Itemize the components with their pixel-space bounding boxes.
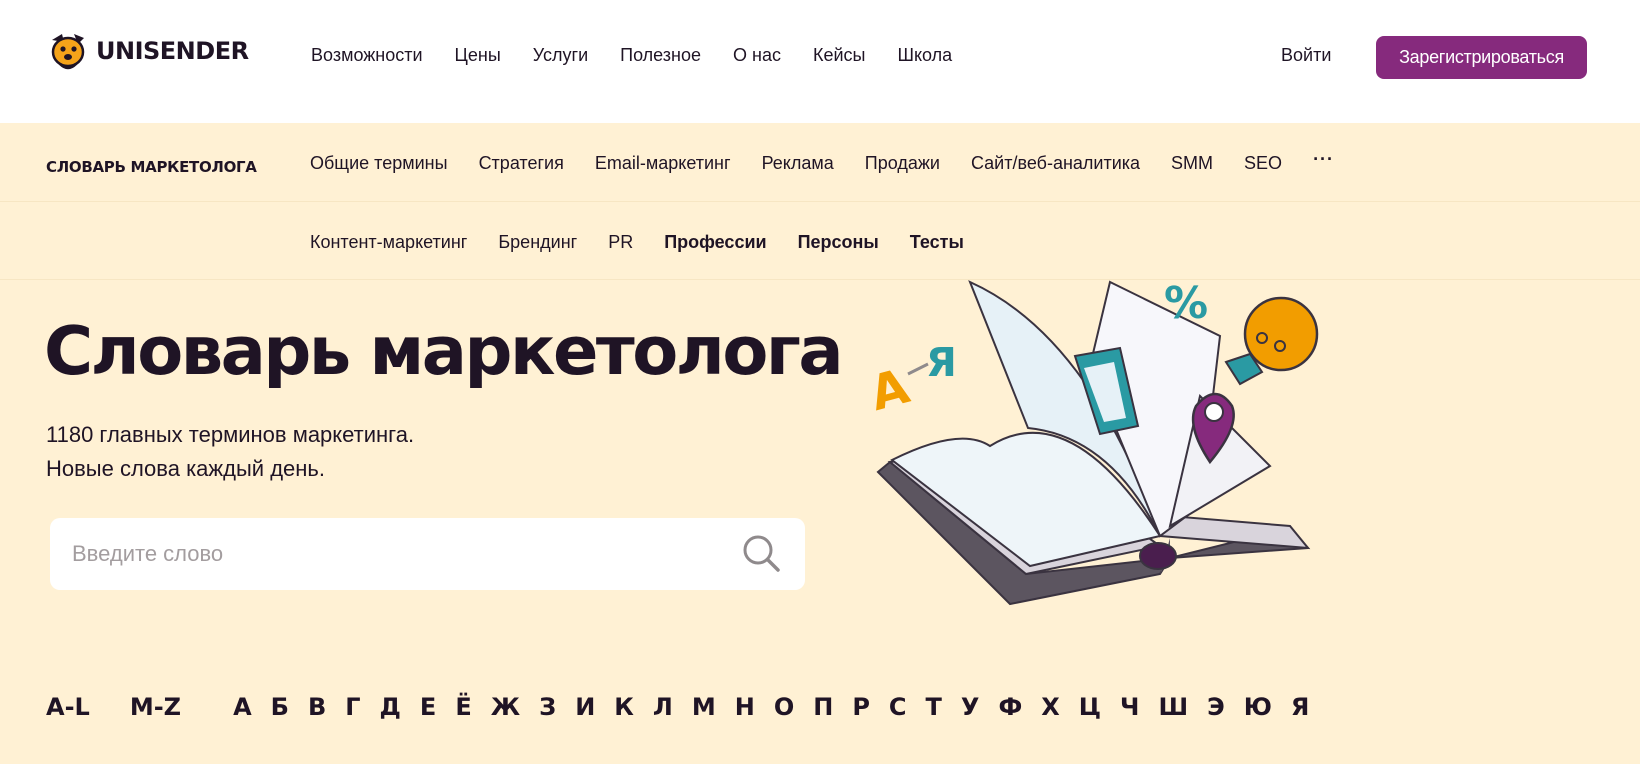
nav-item-school[interactable]: Школа [897,45,952,66]
signup-button[interactable]: Зарегистрироваться [1376,36,1587,79]
category-personas[interactable]: Персоны [798,232,879,253]
alpha-letter-z[interactable]: З [539,693,556,721]
letter-ya-text: Я [926,340,957,386]
alpha-letter-yu[interactable]: Ю [1244,693,1272,721]
category-smm[interactable]: SMM [1171,153,1213,174]
alpha-letter-l[interactable]: Л [653,693,673,721]
category-strategy[interactable]: Стратегия [479,153,564,174]
alpha-letter-yo[interactable]: Ё [455,693,471,721]
category-advertising[interactable]: Реклама [762,153,834,174]
alpha-letter-p[interactable]: П [813,693,833,721]
alphabet-nav: A-L M-Z А Б В Г Д Е Ё Ж З И К Л М Н О П … [46,693,1328,721]
lightbulb-icon [1224,296,1319,386]
alpha-letter-ya[interactable]: Я [1291,693,1309,721]
login-link[interactable]: Войти [1281,45,1331,66]
category-sales[interactable]: Продажи [865,153,940,174]
alpha-letter-o[interactable]: О [774,693,794,721]
category-nav: Общие термины Стратегия Email-маркетинг … [310,149,1334,174]
nav-item-cases[interactable]: Кейсы [813,45,866,66]
percent-icon: % [1164,278,1208,329]
alpha-letter-eh[interactable]: Э [1207,693,1225,721]
alpha-letter-g[interactable]: Г [345,693,360,721]
subtitle-line-2: Новые слова каждый день. [46,456,325,481]
alpha-letter-kh[interactable]: Х [1041,693,1060,721]
alpha-letter-n[interactable]: Н [735,693,755,721]
category-nav-secondary: Контент-маркетинг Брендинг PR Профессии … [310,232,995,253]
alpha-letter-t[interactable]: Т [926,693,942,721]
category-email-marketing[interactable]: Email-маркетинг [595,153,731,174]
category-content-marketing[interactable]: Контент-маркетинг [310,232,467,253]
alpha-letter-m[interactable]: М [692,693,716,721]
dictionary-nav-row-1: СЛОВАРЬ МАРКЕТОЛОГА Общие термины Страте… [0,123,1640,202]
alpha-letter-d[interactable]: Д [380,693,401,721]
category-pr[interactable]: PR [608,232,633,253]
more-dots-icon[interactable]: ··· [1313,149,1334,170]
category-web-analytics[interactable]: Сайт/веб-аналитика [971,153,1140,174]
alpha-letter-a[interactable]: А [233,693,252,721]
letter-a-text: А [870,358,915,422]
page-title: Словарь маркетолога [44,312,844,390]
logo-text: UNISENDER [96,37,249,65]
logo[interactable]: UNISENDER [46,30,249,72]
nav-item-services[interactable]: Услуги [533,45,588,66]
category-general-terms[interactable]: Общие термины [310,153,448,174]
alpha-letter-k[interactable]: К [614,693,634,721]
search-icon[interactable] [740,532,784,576]
nav-item-prices[interactable]: Цены [455,45,501,66]
search-input[interactable] [72,518,712,590]
subtitle-line-1: 1180 главных терминов маркетинга. [46,422,415,447]
site-header: UNISENDER Возможности Цены Услуги Полезн… [0,0,1640,123]
category-branding[interactable]: Брендинг [498,232,577,253]
alpha-range-m-z[interactable]: M-Z [130,693,181,721]
alpha-range-a-l[interactable]: A-L [46,693,90,721]
alpha-letter-i[interactable]: И [575,693,595,721]
category-tests[interactable]: Тесты [910,232,964,253]
open-book-illustration: А Я % [870,278,1319,606]
nav-item-useful[interactable]: Полезное [620,45,701,66]
search-box [50,518,805,590]
alpha-letter-u[interactable]: У [961,693,980,721]
unisender-dog-logo-icon [51,34,85,70]
alpha-letter-sh[interactable]: Ш [1158,693,1188,721]
alpha-letter-s[interactable]: С [889,693,907,721]
main-nav: Возможности Цены Услуги Полезное О нас К… [311,45,984,66]
dictionary-brand[interactable]: СЛОВАРЬ МАРКЕТОЛОГА [46,158,257,176]
alpha-letter-e[interactable]: Е [420,693,436,721]
hero-subtitle: 1180 главных терминов маркетинга. Новые … [46,418,414,486]
alpha-letter-zh[interactable]: Ж [491,693,520,721]
category-professions[interactable]: Профессии [664,232,766,253]
category-seo[interactable]: SEO [1244,153,1282,174]
alpha-letter-b[interactable]: Б [271,693,289,721]
alpha-letter-r[interactable]: Р [852,693,870,721]
nav-item-features[interactable]: Возможности [311,45,423,66]
alpha-letter-ch[interactable]: Ч [1120,693,1139,721]
alpha-letter-v[interactable]: В [308,693,326,721]
alpha-letter-ts[interactable]: Ц [1079,693,1101,721]
alpha-letter-f[interactable]: Ф [998,693,1022,721]
nav-item-about[interactable]: О нас [733,45,781,66]
dictionary-nav-row-2: Контент-маркетинг Брендинг PR Профессии … [0,202,1640,280]
